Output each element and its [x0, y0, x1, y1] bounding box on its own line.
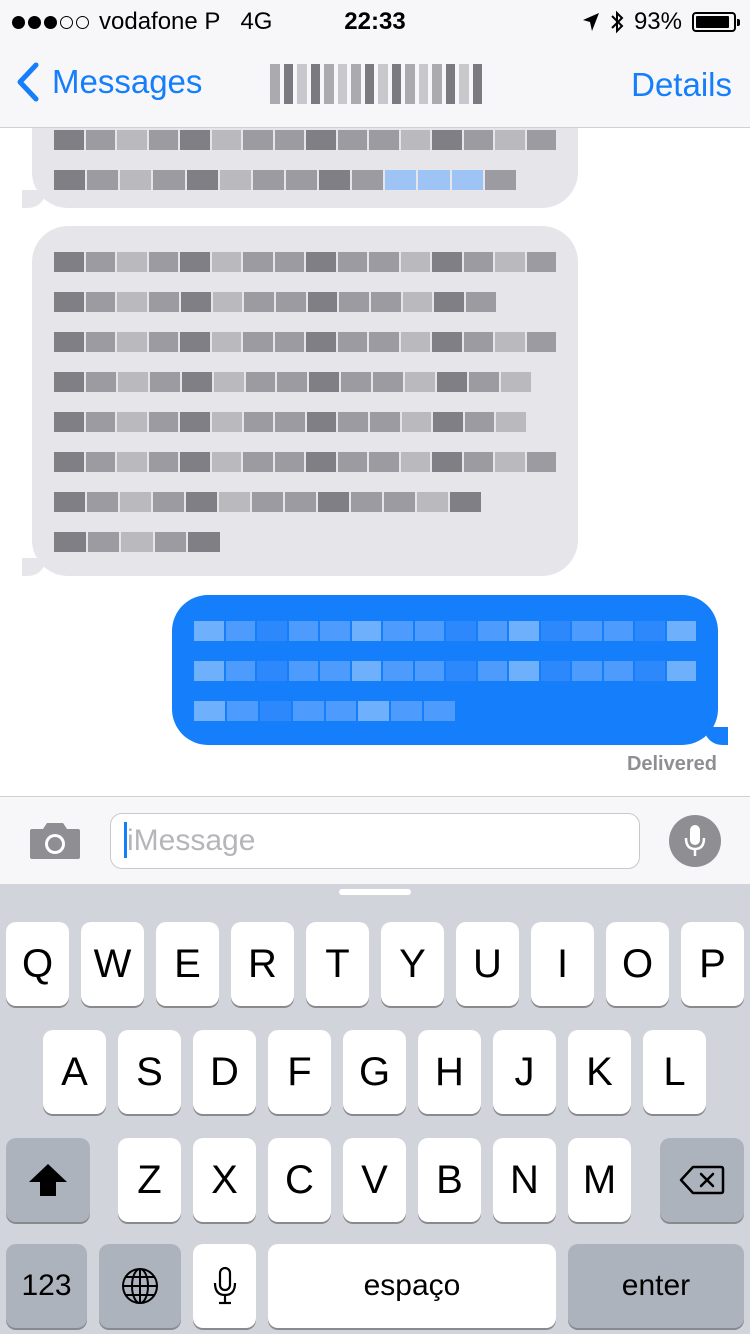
back-button-label: Messages: [52, 63, 203, 100]
message-input-bar: [0, 796, 750, 884]
redacted-text-line: [54, 170, 516, 190]
microphone-icon: [684, 825, 706, 856]
battery-percentage: 93%: [633, 8, 682, 35]
key-w[interactable]: W: [81, 922, 144, 1006]
chevron-left-icon: [17, 62, 39, 102]
globe-key[interactable]: [99, 1244, 181, 1328]
redacted-text-line: [54, 130, 556, 150]
camera-button[interactable]: [28, 821, 82, 861]
shift-key[interactable]: [6, 1138, 90, 1222]
bubble-tail: [22, 190, 46, 208]
key-v[interactable]: V: [343, 1138, 406, 1222]
location-arrow-icon: [582, 13, 599, 31]
redacted-text-line: [54, 492, 481, 512]
key-z[interactable]: Z: [118, 1138, 181, 1222]
space-key[interactable]: espaço: [268, 1244, 556, 1328]
navigation-bar: Messages Details: [0, 40, 750, 128]
redacted-text-line: [54, 452, 556, 472]
back-button[interactable]: Messages: [16, 62, 202, 102]
redacted-text-line: [54, 332, 556, 352]
redacted-text-line: [54, 532, 220, 552]
sent-message-bubble[interactable]: [172, 595, 718, 745]
keyboard-handle[interactable]: [339, 889, 411, 895]
keyboard: Q W E R T Y U I O P A S D F G H J K L Z …: [0, 884, 750, 1334]
key-b[interactable]: B: [418, 1138, 481, 1222]
redacted-text-line: [54, 372, 531, 392]
key-t[interactable]: T: [306, 922, 369, 1006]
backspace-icon: [679, 1165, 725, 1195]
key-i[interactable]: I: [531, 922, 594, 1006]
bubble-tail: [22, 558, 46, 576]
redacted-text-line: [194, 661, 696, 681]
key-n[interactable]: N: [493, 1138, 556, 1222]
key-c[interactable]: C: [268, 1138, 331, 1222]
key-u[interactable]: U: [456, 922, 519, 1006]
backspace-key[interactable]: [660, 1138, 744, 1222]
enter-key[interactable]: enter: [568, 1244, 744, 1328]
key-y[interactable]: Y: [381, 922, 444, 1006]
key-j[interactable]: J: [493, 1030, 556, 1114]
imessage-field-container: [110, 813, 640, 869]
details-button[interactable]: Details: [631, 66, 732, 104]
redacted-text-line: [54, 412, 526, 432]
redacted-text-line: [54, 252, 556, 272]
conversation-thread[interactable]: Delivered: [0, 128, 750, 796]
received-message-bubble[interactable]: [32, 128, 578, 208]
imessage-input[interactable]: [111, 814, 639, 868]
key-d[interactable]: D: [193, 1030, 256, 1114]
dictation-button[interactable]: [669, 815, 721, 867]
text-cursor: [124, 822, 127, 858]
key-l[interactable]: L: [643, 1030, 706, 1114]
key-m[interactable]: M: [568, 1138, 631, 1222]
key-g[interactable]: G: [343, 1030, 406, 1114]
delivered-status: Delivered: [626, 753, 717, 775]
shift-icon: [29, 1164, 67, 1196]
dictation-key[interactable]: [193, 1244, 256, 1328]
globe-icon: [122, 1268, 158, 1304]
key-f[interactable]: F: [268, 1030, 331, 1114]
key-e[interactable]: E: [156, 922, 219, 1006]
key-s[interactable]: S: [118, 1030, 181, 1114]
status-bar: vodafone P 4G 22:33 93%: [0, 0, 750, 40]
bubble-tail: [704, 727, 728, 745]
battery-icon: [692, 12, 740, 32]
redacted-text-line: [194, 701, 455, 721]
received-message-bubble[interactable]: [32, 226, 578, 576]
key-x[interactable]: X: [193, 1138, 256, 1222]
key-a[interactable]: A: [43, 1030, 106, 1114]
contact-name-redacted[interactable]: [270, 64, 482, 104]
numbers-key[interactable]: 123: [6, 1244, 87, 1328]
camera-icon: [30, 823, 80, 859]
key-q[interactable]: Q: [6, 922, 69, 1006]
key-p[interactable]: P: [681, 922, 744, 1006]
key-h[interactable]: H: [418, 1030, 481, 1114]
bluetooth-icon: [611, 10, 624, 34]
key-o[interactable]: O: [606, 922, 669, 1006]
redacted-text-line: [194, 621, 696, 641]
key-r[interactable]: R: [231, 922, 294, 1006]
redacted-text-line: [54, 292, 496, 312]
microphone-icon: [213, 1267, 236, 1305]
key-k[interactable]: K: [568, 1030, 631, 1114]
